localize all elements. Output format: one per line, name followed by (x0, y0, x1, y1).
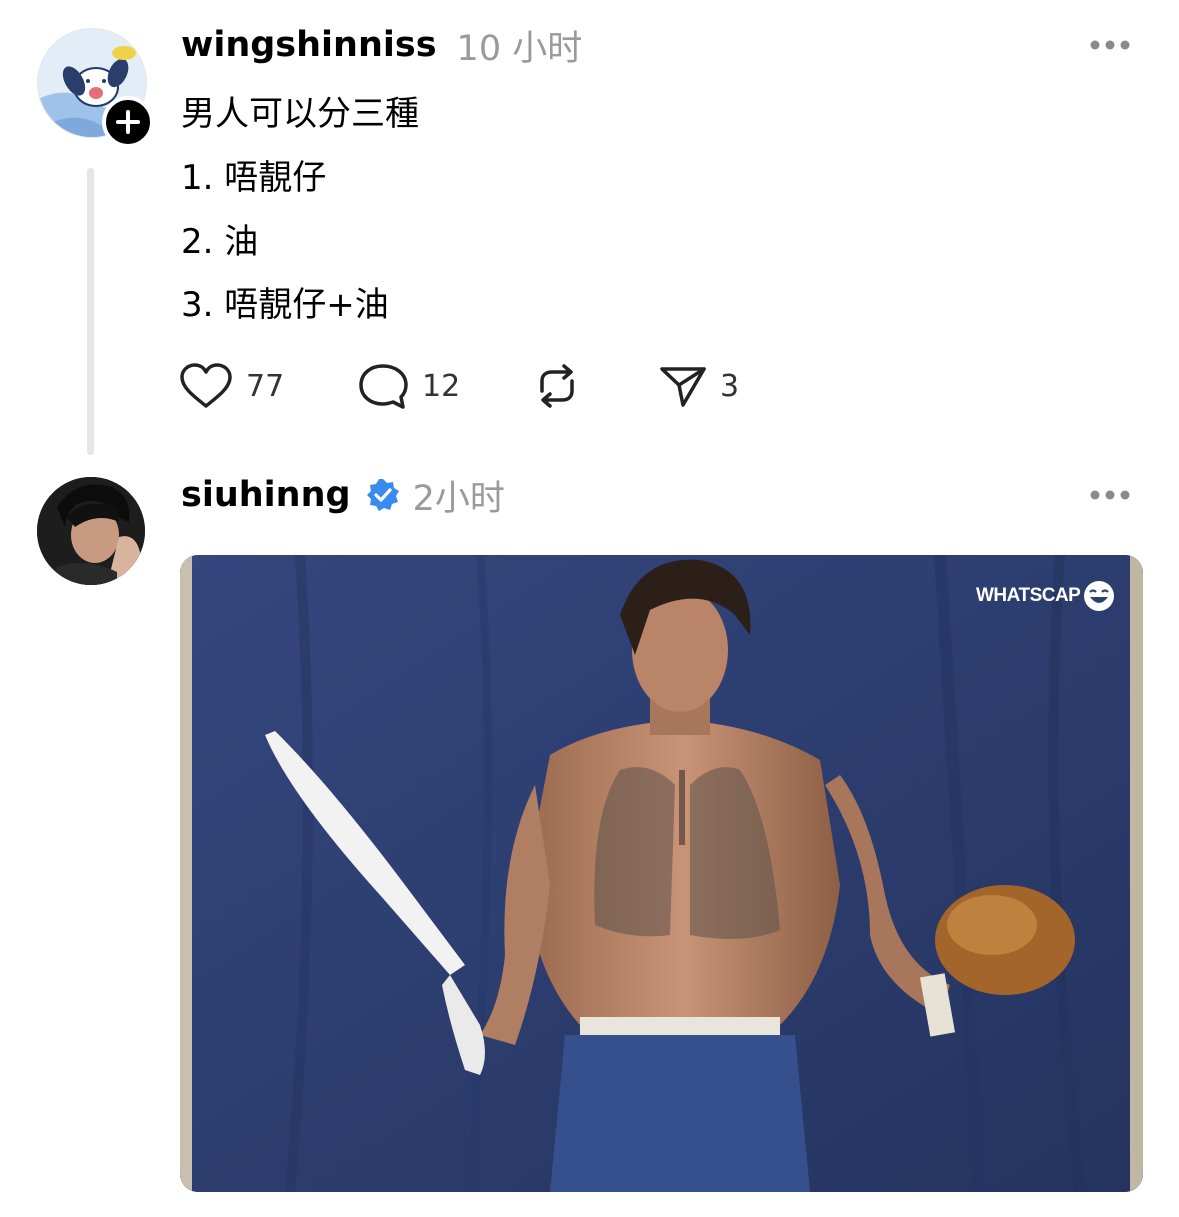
share-count: 3 (720, 368, 740, 404)
more-horizontal-icon (1090, 490, 1130, 500)
post-header: wingshinniss 10 小时 (181, 22, 583, 69)
like-button[interactable]: 77 (178, 360, 284, 412)
reply-header: siuhinng 2小时 (181, 472, 505, 519)
like-count: 77 (246, 368, 285, 404)
repost-icon (540, 364, 574, 408)
comment-icon (359, 364, 408, 409)
post-text-line: 2. 油 (181, 222, 259, 262)
post-text-line: 男人可以分三種 (181, 94, 419, 134)
follow-button[interactable] (102, 96, 154, 148)
more-horizontal-icon (1090, 40, 1130, 50)
watermark-text: WHATSCAP (976, 585, 1081, 606)
plus-icon (116, 110, 140, 134)
photo-illustration (180, 555, 1143, 1192)
more-options-button[interactable] (1088, 34, 1134, 56)
avatar-photo (37, 477, 145, 585)
heart-icon (180, 363, 232, 408)
comment-button[interactable]: 12 (356, 360, 460, 412)
post-image[interactable]: WHATSCAP (180, 555, 1143, 1192)
timestamp: 10 小时 (456, 28, 583, 69)
verified-badge-icon (366, 479, 399, 511)
user-avatar[interactable] (37, 477, 145, 585)
post-text-line: 1. 唔靚仔 (181, 158, 327, 198)
repost-button[interactable] (530, 360, 584, 412)
share-button[interactable]: 3 (658, 360, 739, 412)
timestamp: 2小时 (412, 478, 505, 519)
watermark: WHATSCAP (976, 579, 1116, 613)
more-options-button[interactable] (1088, 484, 1134, 506)
send-icon (660, 367, 706, 407)
comment-count: 12 (422, 368, 461, 404)
laughing-emoji-icon (1084, 581, 1115, 611)
thread-connector-line (87, 168, 94, 455)
username[interactable]: siuhinng (181, 475, 351, 515)
post-text-line: 3. 唔靚仔+油 (181, 285, 389, 325)
username[interactable]: wingshinniss (181, 25, 437, 65)
